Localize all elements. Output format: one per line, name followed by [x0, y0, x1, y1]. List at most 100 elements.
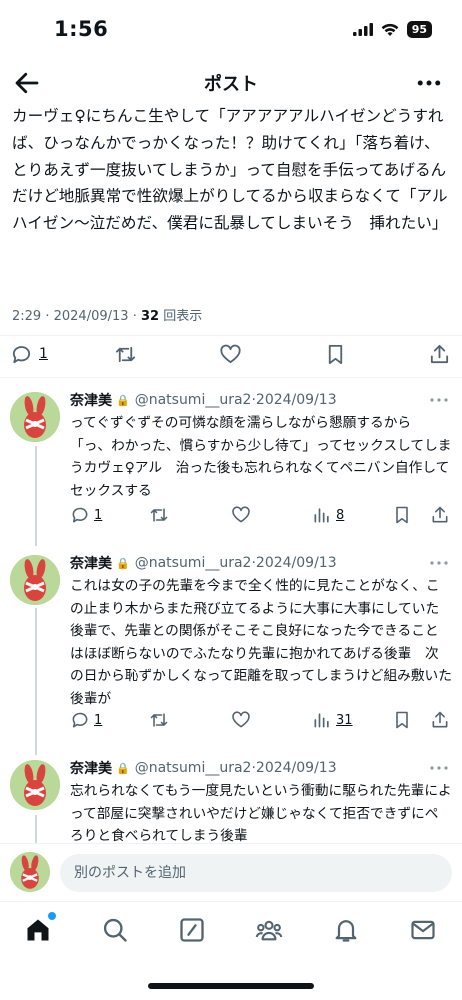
display-name[interactable]: 奈津美	[70, 553, 112, 573]
reply-more-button[interactable]	[428, 392, 450, 406]
tab-grok[interactable]	[178, 916, 208, 946]
views-count: 31	[336, 712, 353, 728]
more-icon	[430, 398, 448, 402]
user-handle[interactable]: @natsumi__ura2	[135, 555, 252, 571]
reply-header: 奈津美 🔒 @natsumi__ura2 · 2024/09/13	[70, 553, 337, 573]
thread-connector	[35, 815, 37, 843]
back-button[interactable]	[12, 68, 42, 98]
analytics-icon	[314, 713, 329, 728]
reply-button[interactable]: 1	[10, 340, 48, 368]
reply-action-bar: 1 8	[70, 502, 452, 528]
reply-button[interactable]: 1	[70, 502, 102, 528]
reply-action-bar: 1 31	[70, 707, 452, 733]
reply-more-button[interactable]	[428, 555, 450, 569]
view-label: 回表示	[163, 309, 203, 324]
my-avatar[interactable]	[10, 852, 50, 892]
communities-icon	[255, 920, 283, 941]
reply-icon	[72, 507, 88, 523]
signal-icon	[352, 23, 373, 36]
lock-icon: 🔒	[116, 393, 130, 407]
more-icon	[417, 80, 441, 86]
bottom-tab-bar	[0, 901, 462, 961]
reply-count: 1	[94, 507, 103, 523]
reply-button[interactable]: 1	[70, 707, 102, 733]
grok-icon	[180, 918, 204, 942]
more-options-button[interactable]	[414, 68, 444, 98]
reply-count: 1	[94, 712, 103, 728]
reply-date: 2024/09/13	[255, 760, 337, 776]
share-button[interactable]	[430, 707, 450, 733]
views-button[interactable]: 31	[312, 707, 353, 733]
reply-header: 奈津美 🔒 @natsumi__ura2 · 2024/09/13	[70, 390, 337, 410]
heart-icon	[232, 711, 250, 728]
avatar[interactable]	[10, 392, 60, 442]
share-button[interactable]	[428, 340, 451, 368]
lock-icon: 🔒	[116, 556, 130, 570]
reply-header: 奈津美 🔒 @natsumi__ura2 · 2024/09/13	[70, 758, 337, 778]
notification-dot	[48, 912, 56, 920]
share-icon	[430, 344, 449, 363]
add-post-input[interactable]: 別のポストを追加	[60, 854, 452, 892]
compose-bar: 別のポストを追加	[0, 843, 462, 901]
bookmark-button[interactable]	[392, 502, 412, 528]
heart-icon	[220, 344, 241, 363]
reply-count: 1	[39, 346, 48, 362]
status-bar: 1:56 95	[0, 0, 462, 62]
repost-button[interactable]	[149, 502, 169, 528]
repost-icon	[150, 713, 168, 727]
reply-icon	[12, 345, 31, 363]
analytics-icon	[314, 508, 329, 523]
reply-more-button[interactable]	[428, 760, 450, 774]
bookmark-icon	[328, 344, 343, 364]
page-title: ポスト	[204, 74, 258, 95]
top-nav: ポスト	[0, 62, 462, 104]
tab-messages[interactable]	[409, 916, 439, 946]
share-button[interactable]	[430, 502, 450, 528]
avatar-image	[10, 760, 60, 810]
display-name[interactable]: 奈津美	[70, 390, 112, 410]
more-icon	[430, 561, 448, 565]
like-button[interactable]	[231, 707, 251, 733]
bookmark-button[interactable]	[324, 340, 347, 368]
repost-button[interactable]	[114, 340, 137, 368]
status-icons: 95	[352, 21, 432, 38]
avatar[interactable]	[10, 555, 60, 605]
views-button[interactable]: 8	[312, 502, 344, 528]
thread-connector	[35, 446, 37, 546]
more-icon	[430, 766, 448, 770]
tab-communities[interactable]	[255, 916, 285, 946]
user-handle[interactable]: @natsumi__ura2	[135, 760, 252, 776]
avatar[interactable]	[10, 760, 60, 810]
battery-indicator: 95	[406, 21, 432, 38]
reply-date: 2024/09/13	[255, 392, 337, 408]
divider	[0, 377, 462, 378]
status-time: 1:56	[54, 17, 109, 41]
views-count: 8	[336, 507, 345, 523]
bell-icon	[335, 920, 357, 942]
repost-button[interactable]	[149, 707, 169, 733]
bookmark-icon	[396, 711, 408, 729]
tab-notifications[interactable]	[332, 916, 362, 946]
display-name[interactable]: 奈津美	[70, 758, 112, 778]
tab-home[interactable]	[24, 912, 56, 946]
post-date: 2024/09/13	[53, 309, 129, 324]
avatar-image	[10, 555, 60, 605]
bookmark-icon	[396, 506, 408, 524]
post-meta: 2:29 · 2024/09/13 · 32 回表示	[12, 305, 202, 324]
avatar-image	[10, 392, 60, 442]
reply-text: これは女の子の先輩を今まで全く性的に見たことがなく、この止まり木からまた飛び立て…	[70, 578, 452, 707]
user-handle[interactable]: @natsumi__ura2	[135, 392, 252, 408]
share-icon	[432, 506, 448, 523]
like-button[interactable]	[219, 340, 242, 368]
tab-search[interactable]	[101, 916, 131, 946]
search-icon	[103, 918, 127, 942]
reply-text: 忘れられなくてもう一度見たいという衝動に駆られた先輩によって部屋に突撃されいやだ…	[70, 783, 452, 844]
bookmark-button[interactable]	[392, 707, 412, 733]
heart-icon	[232, 506, 250, 523]
post-text: カーヴェ♀にちんこ生やして「アアアアアルハイゼンどうすれば、ひっなんかでっかくな…	[12, 107, 448, 233]
thread-connector	[35, 608, 37, 755]
view-count: 32	[140, 309, 160, 324]
reply-icon	[72, 712, 88, 728]
like-button[interactable]	[231, 502, 251, 528]
post-time: 2:29	[12, 309, 42, 324]
